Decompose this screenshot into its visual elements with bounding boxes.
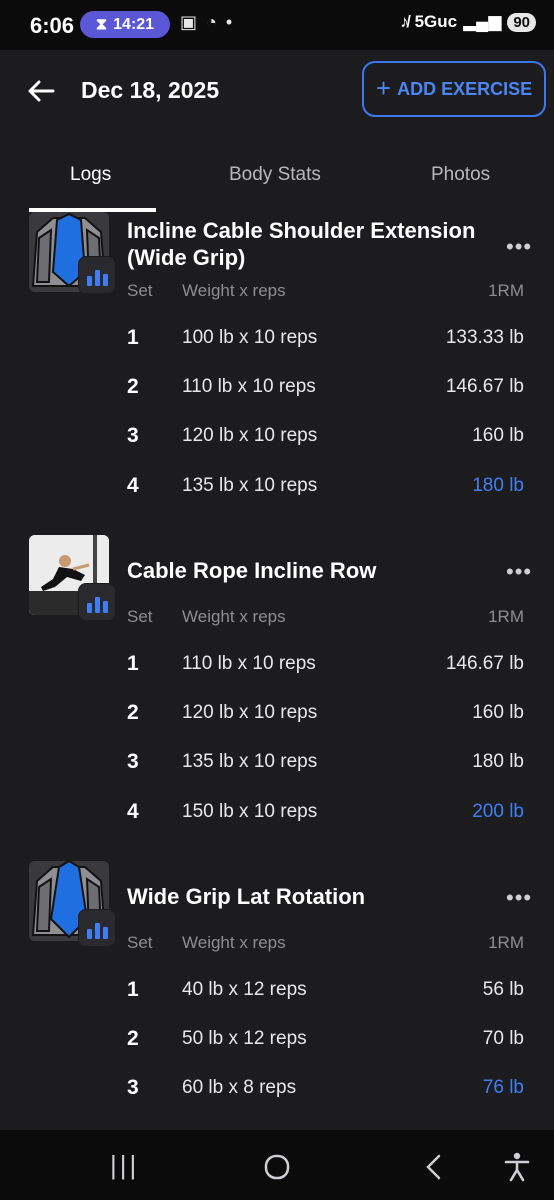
back-nav-icon[interactable] xyxy=(424,1153,442,1181)
header-weight: Weight x reps xyxy=(182,281,286,300)
focus-timer-pill: ⧗ 14:21 xyxy=(80,11,170,38)
set-1rm: 133.33 lb xyxy=(445,327,524,348)
set-weight: 110 lb x 10 reps xyxy=(182,376,316,397)
back-arrow-icon xyxy=(28,80,55,102)
set-weight: 120 lb x 10 reps xyxy=(182,425,318,446)
add-exercise-button[interactable]: + ADD EXERCISE xyxy=(362,61,546,117)
network-label: 5Guc xyxy=(414,12,458,31)
signal-icon: ▂▄▆ xyxy=(463,12,502,31)
set-weight: 110 lb x 10 reps xyxy=(182,653,316,674)
add-exercise-label: ADD EXERCISE xyxy=(397,78,533,99)
set-number: 2 xyxy=(127,701,139,724)
set-1rm: 160 lb xyxy=(472,425,524,446)
notification-icons: ▣ ◔ • xyxy=(180,12,235,32)
timer-text: 14:21 xyxy=(113,15,155,33)
set-weight: 60 lb x 8 reps xyxy=(182,1077,297,1098)
set-weight: 40 lb x 12 reps xyxy=(182,979,307,1000)
set-1rm-best: 180 lb xyxy=(472,475,524,496)
hourglass-icon: ⧗ xyxy=(95,15,108,33)
set-number: 1 xyxy=(127,652,139,675)
tab-bar: Logs Body Stats Photos xyxy=(0,140,554,212)
header-set: Set xyxy=(127,933,153,952)
set-1rm: 160 lb xyxy=(472,702,524,723)
recent-apps-icon[interactable]: ||| xyxy=(110,1150,139,1181)
set-number: 4 xyxy=(127,800,139,823)
set-weight: 120 lb x 10 reps xyxy=(182,702,318,723)
set-1rm-best: 200 lb xyxy=(472,801,524,822)
plus-icon: + xyxy=(375,73,392,103)
set-weight: 50 lb x 12 reps xyxy=(182,1028,307,1049)
page-title: Dec 18, 2025 xyxy=(81,77,220,103)
header-1rm: 1RM xyxy=(488,281,524,300)
back-button[interactable] xyxy=(24,74,58,108)
set-number: 2 xyxy=(127,375,139,398)
home-icon[interactable] xyxy=(264,1154,290,1180)
more-options-icon[interactable]: ••• xyxy=(506,234,532,260)
app-bar: Dec 18, 2025 + ADD EXERCISE xyxy=(0,50,554,130)
header-1rm: 1RM xyxy=(488,933,524,952)
set-1rm-best: 76 lb xyxy=(482,1077,524,1098)
more-options-icon[interactable]: ••• xyxy=(506,885,532,911)
status-bar: 6:06 ⧗ 14:21 ▣ ◔ • ♪̸ 5Guc ▂▄▆ 90 xyxy=(0,0,554,50)
set-number: 3 xyxy=(127,1076,139,1099)
tab-photos[interactable]: Photos xyxy=(431,164,490,186)
header-weight: Weight x reps xyxy=(182,933,286,952)
set-weight: 135 lb x 10 reps xyxy=(182,751,318,772)
set-number: 1 xyxy=(127,326,139,349)
stats-chart-icon[interactable] xyxy=(78,256,116,294)
mute-icon: ♪̸ xyxy=(400,12,409,31)
status-right: ♪̸ 5Guc ▂▄▆ 90 xyxy=(400,12,536,32)
set-1rm: 146.67 lb xyxy=(445,376,524,397)
set-weight: 100 lb x 10 reps xyxy=(182,327,318,348)
header-set: Set xyxy=(127,281,153,300)
system-nav-bar: ||| xyxy=(0,1130,554,1200)
stats-chart-icon[interactable] xyxy=(78,909,116,947)
set-number: 1 xyxy=(127,978,139,1001)
exercise-name: Incline Cable Shoulder Extension (Wide G… xyxy=(127,218,476,270)
header-weight: Weight x reps xyxy=(182,607,286,626)
set-number: 3 xyxy=(127,424,139,447)
more-options-icon[interactable]: ••• xyxy=(506,559,532,585)
set-1rm: 56 lb xyxy=(482,979,524,1000)
tab-logs[interactable]: Logs xyxy=(70,164,111,186)
stats-chart-icon[interactable] xyxy=(78,583,116,621)
exercise-name: Cable Rope Incline Row xyxy=(127,558,377,583)
set-1rm: 70 lb xyxy=(482,1028,524,1049)
header-1rm: 1RM xyxy=(488,607,524,626)
set-weight: 135 lb x 10 reps xyxy=(182,475,318,496)
logs-list[interactable]: Incline Cable Shoulder Extension (Wide G… xyxy=(0,212,554,1130)
battery-icon: 90 xyxy=(507,12,536,32)
set-number: 4 xyxy=(127,474,139,497)
exercise-name: Wide Grip Lat Rotation xyxy=(127,884,366,909)
status-time: 6:06 xyxy=(30,13,75,38)
tab-body-stats[interactable]: Body Stats xyxy=(229,164,321,186)
accessibility-icon[interactable] xyxy=(504,1152,530,1182)
set-1rm: 180 lb xyxy=(472,751,524,772)
header-set: Set xyxy=(127,607,153,626)
set-1rm: 146.67 lb xyxy=(445,653,524,674)
set-number: 3 xyxy=(127,750,139,773)
set-number: 2 xyxy=(127,1027,139,1050)
set-weight: 150 lb x 10 reps xyxy=(182,801,318,822)
